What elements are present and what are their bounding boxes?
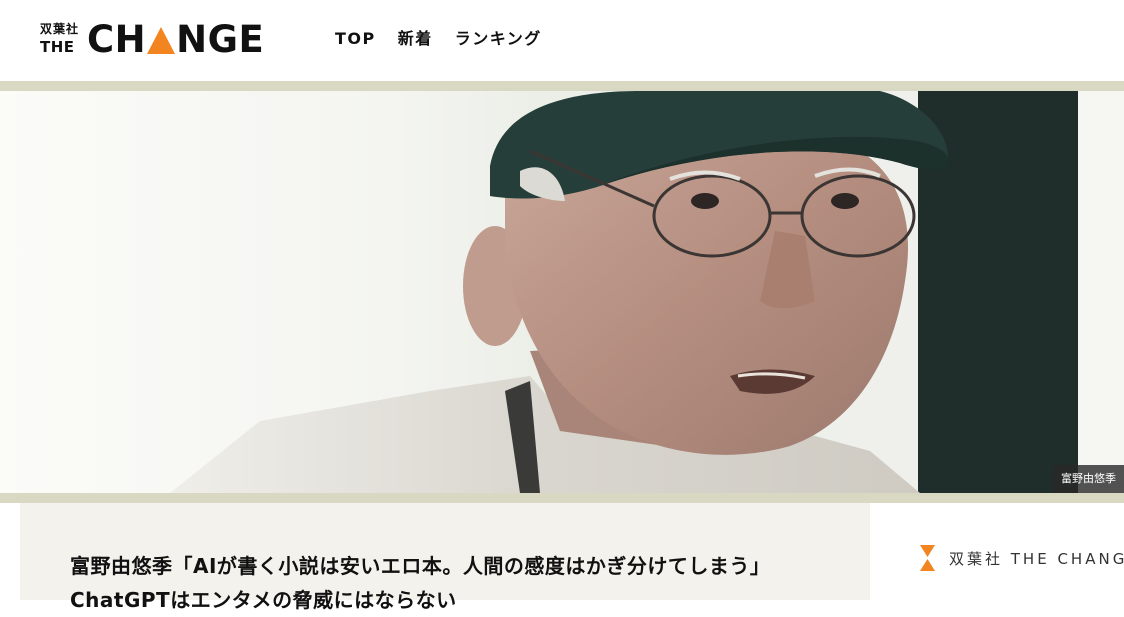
logo-change-post: NGE [176, 18, 265, 61]
site-header: 双葉社 THE CH NGE TOP 新着 ランキング [0, 0, 1124, 81]
logo-change-pre: CH [87, 18, 147, 61]
sidebar-brand[interactable]: 双葉社 THE CHANGE [920, 545, 1124, 571]
article-card[interactable]: 富野由悠季「AIが書く小説は安いエロ本。人間の感度はかぎ分けてしまう」 Chat… [20, 503, 870, 612]
hero-bottom-band [0, 493, 1124, 503]
logo-publisher: 双葉社 [40, 22, 80, 36]
hero-image[interactable]: 富野由悠季 [0, 91, 1124, 493]
hourglass-icon [920, 545, 935, 571]
nav-ranking[interactable]: ランキング [455, 28, 542, 50]
sidebar-brand-text: 双葉社 THE CHANGE [949, 549, 1124, 568]
article-title[interactable]: 富野由悠季「AIが書く小説は安いエロ本。人間の感度はかぎ分けてしまう」 Chat… [70, 549, 850, 617]
photo-caption: 富野由悠季 [1053, 465, 1124, 493]
nav-top[interactable]: TOP [335, 28, 376, 50]
site-logo[interactable]: 双葉社 THE CH NGE [40, 18, 280, 62]
article-title-line1: 富野由悠季「AIが書く小説は安いエロ本。人間の感度はかぎ分けてしまう」 [70, 554, 771, 578]
hero-top-band [0, 81, 1124, 91]
logo-change: CH NGE [87, 18, 265, 61]
main-nav: TOP 新着 ランキング [335, 28, 542, 50]
triangle-icon [147, 27, 176, 54]
portrait-illustration [170, 91, 1124, 493]
nav-new[interactable]: 新着 [398, 28, 433, 50]
article-title-line2: ChatGPTはエンタメの脅威にはならない [70, 588, 457, 612]
logo-the: THE [40, 38, 75, 56]
